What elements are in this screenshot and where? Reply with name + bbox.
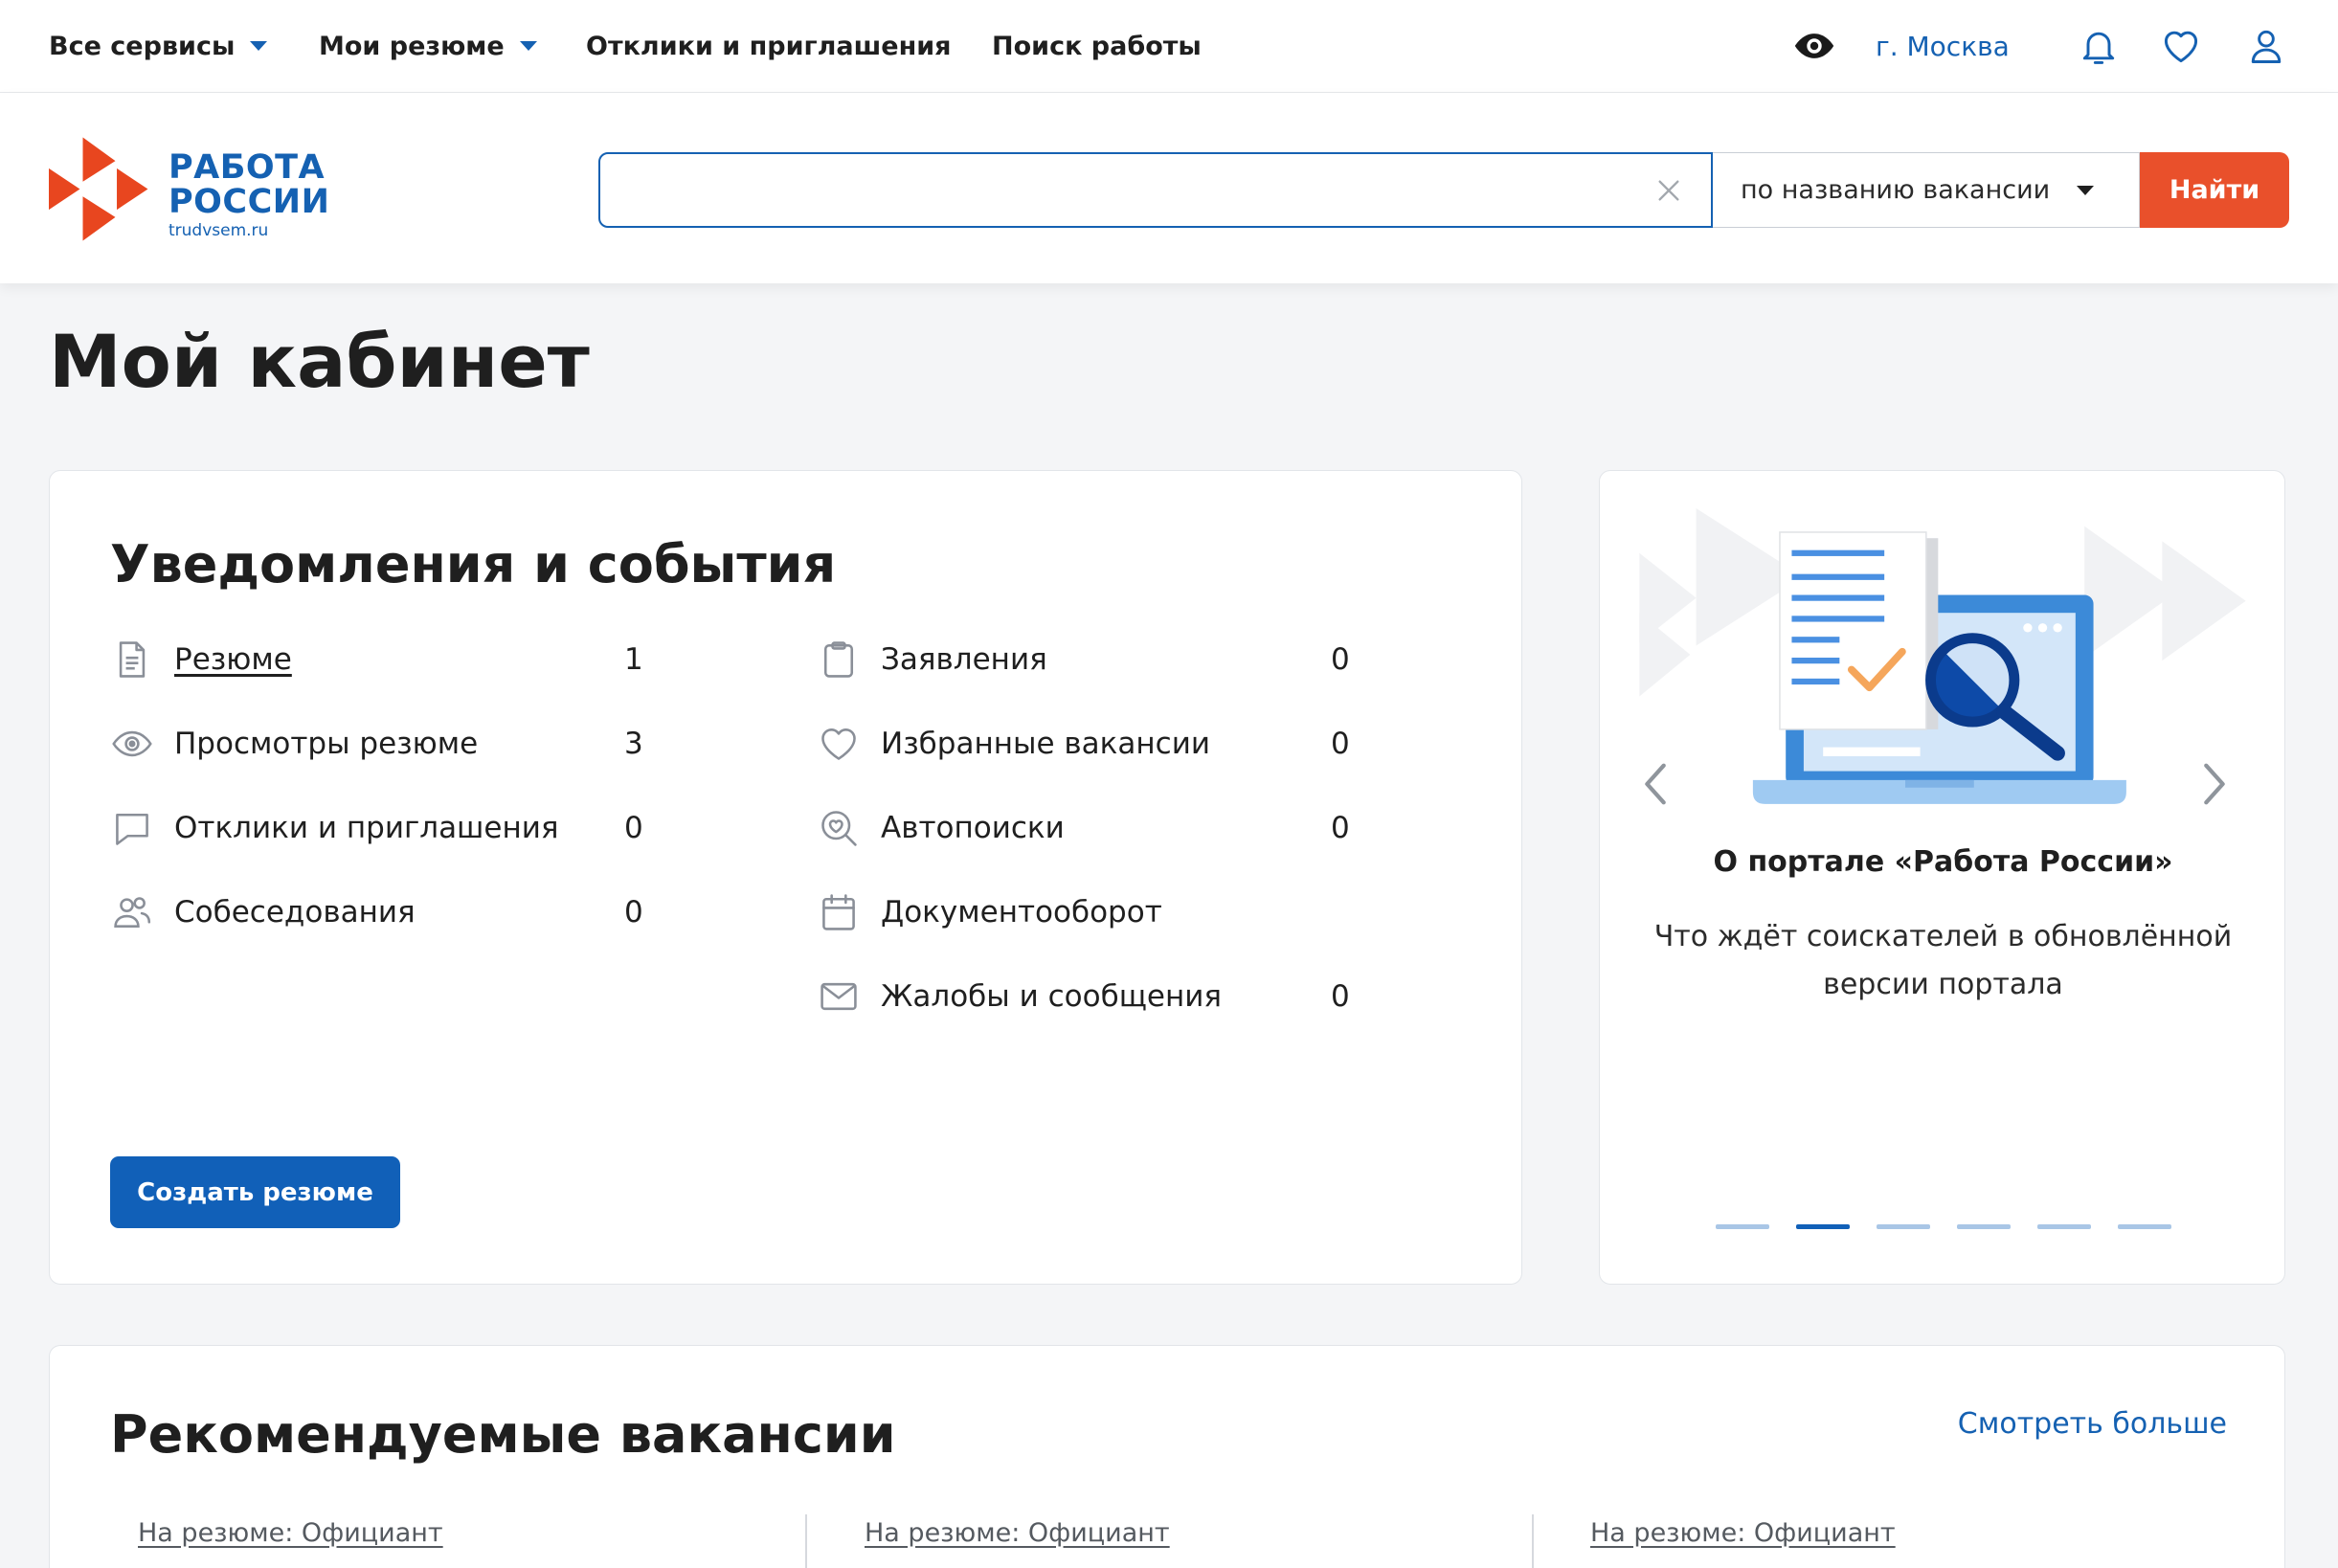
promo-title[interactable]: О портале «Работа России»: [1600, 840, 2286, 885]
event-count: 1: [624, 642, 643, 677]
logo-domain: trudvsem.ru: [169, 221, 269, 240]
carousel-dot[interactable]: [2036, 1224, 2091, 1229]
nav-responses-label: Отклики и приглашения: [586, 31, 952, 61]
heart-icon[interactable]: [2160, 25, 2202, 67]
create-resume-button[interactable]: Создать резюме: [110, 1156, 400, 1228]
vacancy-resume-link[interactable]: На резюме: Официант: [138, 1518, 443, 1548]
clipboard-icon: [818, 638, 860, 681]
eye-icon[interactable]: [1793, 25, 1835, 67]
event-row-resume-views[interactable]: Просмотры резюме 3: [111, 702, 686, 786]
notifications-right-column: Заявления 0 Избранные вакансии 0 Автопои…: [818, 617, 1392, 1039]
vacancy-resume-link[interactable]: На резюме: Официант: [865, 1518, 1170, 1548]
event-label[interactable]: Резюме: [174, 642, 292, 677]
nav-job-search-label: Поиск работы: [992, 31, 1202, 61]
document-icon: [111, 638, 153, 681]
event-count: 0: [1331, 811, 1350, 845]
event-row-favorites[interactable]: Избранные вакансии 0: [818, 702, 1392, 786]
vacancy-resume-link[interactable]: На резюме: Официант: [1590, 1518, 1896, 1548]
logo-wordmark[interactable]: РАБОТА РОССИИ trudvsem.ru: [169, 150, 329, 242]
event-count: 0: [1331, 979, 1350, 1014]
event-label: Отклики и приглашения: [174, 811, 559, 845]
notifications-card: Уведомления и события Резюме 1 Просмотры…: [49, 470, 1522, 1285]
carousel-dot[interactable]: [1795, 1224, 1850, 1229]
event-row-complaints[interactable]: Жалобы и сообщения 0: [818, 954, 1392, 1039]
chevron-down-icon: [2077, 185, 2095, 195]
event-label: Жалобы и сообщения: [881, 979, 1223, 1014]
notifications-title: Уведомления и события: [110, 534, 837, 594]
event-count: 0: [1331, 727, 1350, 761]
calendar-icon: [818, 891, 860, 933]
promo-carousel-card: О портале «Работа России» Что ждёт соиск…: [1599, 470, 2285, 1285]
nav-my-resumes-label: Мои резюме: [319, 31, 505, 61]
user-icon[interactable]: [2245, 25, 2287, 67]
notifications-left-column: Резюме 1 Просмотры резюме 3 Отклики и пр…: [111, 617, 686, 954]
divider: [805, 1514, 807, 1568]
site-header: РАБОТА РОССИИ trudvsem.ru по названию ва…: [0, 93, 2338, 283]
search-mode-select[interactable]: по названию вакансии: [1713, 152, 2140, 228]
carousel-dot[interactable]: [1715, 1224, 1769, 1229]
heart-icon: [818, 723, 860, 765]
recommended-vacancies-card: Рекомендуемые вакансии Смотреть больше Н…: [49, 1345, 2285, 1568]
chevron-left-icon[interactable]: [1637, 758, 1675, 810]
event-label: Собеседования: [174, 895, 416, 930]
document: [1779, 531, 1939, 730]
nav-my-resumes[interactable]: Мои резюме: [319, 0, 537, 92]
carousel-dot[interactable]: [2117, 1224, 2171, 1229]
close-icon[interactable]: [1653, 175, 1684, 206]
nav-job-search[interactable]: Поиск работы: [992, 0, 1202, 92]
users-icon: [111, 891, 153, 933]
promo-illustration: [1639, 508, 2246, 804]
search-heart-icon: [818, 807, 860, 849]
event-count: 0: [1331, 642, 1350, 677]
event-row-responses[interactable]: Отклики и приглашения 0: [111, 786, 686, 870]
logo-line-1: РАБОТА: [169, 148, 326, 187]
search-bar: по названию вакансии Найти: [598, 152, 2289, 228]
event-label: Заявления: [881, 642, 1047, 677]
eye-icon: [111, 723, 153, 765]
event-row-resume[interactable]: Резюме 1: [111, 617, 686, 702]
event-count: 0: [624, 811, 643, 845]
event-row-autosearch[interactable]: Автопоиски 0: [818, 786, 1392, 870]
vacancy-card[interactable]: На резюме: Официант: [138, 1514, 865, 1568]
chat-icon: [111, 807, 153, 849]
event-count: 3: [624, 727, 643, 761]
see-more-link[interactable]: Смотреть больше: [1958, 1407, 2227, 1441]
event-label: Избранные вакансии: [881, 727, 1210, 761]
search-field: [598, 152, 1713, 228]
vacancy-card[interactable]: На резюме: Официант: [1590, 1514, 2317, 1568]
event-row-interviews[interactable]: Собеседования 0: [111, 870, 686, 954]
search-mode-label: по названию вакансии: [1741, 175, 2051, 205]
nav-all-services-label: Все сервисы: [49, 31, 236, 61]
page-title: Мой кабинет: [49, 319, 590, 404]
event-row-documents[interactable]: Документооборот: [818, 870, 1392, 954]
chevron-right-icon[interactable]: [2194, 758, 2233, 810]
event-row-applications[interactable]: Заявления 0: [818, 617, 1392, 702]
carousel-dot[interactable]: [1876, 1224, 1930, 1229]
envelope-icon: [818, 975, 860, 1018]
nav-all-services[interactable]: Все сервисы: [49, 0, 268, 92]
search-button[interactable]: Найти: [2140, 152, 2289, 228]
logo-icon[interactable]: [49, 137, 149, 241]
chevron-down-icon: [250, 41, 268, 51]
logo-line-2: РОССИИ: [169, 183, 330, 221]
event-label: Документооборот: [881, 895, 1162, 930]
event-label: Просмотры резюме: [174, 727, 479, 761]
nav-responses[interactable]: Отклики и приглашения: [586, 0, 951, 92]
search-input[interactable]: [600, 154, 1711, 226]
carousel-dot[interactable]: [1956, 1224, 2011, 1229]
carousel-pagination: [1600, 1224, 2286, 1229]
vacancy-card[interactable]: На резюме: Официант: [865, 1514, 1591, 1568]
divider: [1532, 1514, 1534, 1568]
promo-text: Что ждёт соискателей в обновлённой верси…: [1653, 920, 2233, 1001]
chevron-down-icon: [519, 41, 537, 51]
event-label: Автопоиски: [881, 811, 1065, 845]
city-selector[interactable]: г. Москва: [1876, 0, 2010, 92]
event-count: 0: [624, 895, 643, 930]
bell-icon[interactable]: [2078, 25, 2120, 67]
top-navigation: Все сервисы Мои резюме Отклики и приглаш…: [0, 0, 2338, 93]
recommended-title: Рекомендуемые вакансии: [110, 1404, 896, 1465]
